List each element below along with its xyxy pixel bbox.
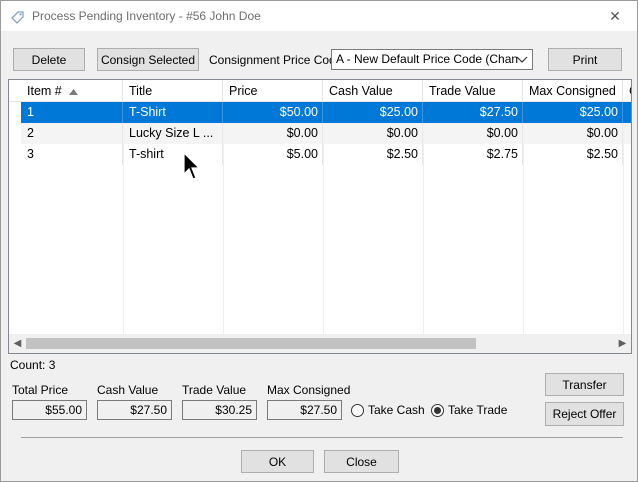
cell-cash-value: $2.50	[323, 144, 423, 165]
column-header-truncated[interactable]: C	[623, 80, 631, 102]
scroll-left-icon[interactable]: ◀	[9, 334, 26, 353]
radio-checked-icon	[431, 403, 444, 417]
close-icon[interactable]: ✕	[605, 7, 625, 27]
horizontal-scrollbar[interactable]: ◀ ▶	[9, 334, 631, 353]
cell-trade-value: $27.50	[423, 102, 523, 123]
total-price-label: Total Price	[12, 383, 69, 397]
item-count: Count: 3	[10, 358, 56, 372]
max-consigned-label: Max Consigned	[267, 383, 351, 397]
chevron-down-icon	[516, 56, 528, 63]
cell-title: T-shirt	[123, 144, 223, 165]
delete-button[interactable]: Delete	[13, 48, 85, 71]
trade-value-field: $30.25	[182, 400, 257, 420]
cell-item: 1	[21, 102, 123, 123]
cash-value-label: Cash Value	[97, 383, 159, 397]
column-header-trade-value[interactable]: Trade Value	[423, 80, 523, 102]
cash-value-field: $27.50	[97, 400, 172, 420]
cell-max-consigned: $25.00	[523, 102, 623, 123]
column-header-title[interactable]: Title	[123, 80, 223, 102]
sort-ascending-icon	[69, 88, 79, 95]
tag-icon	[11, 11, 24, 24]
print-button[interactable]: Print	[548, 48, 622, 71]
column-header-item[interactable]: Item #	[21, 80, 123, 102]
cell-item: 3	[21, 144, 123, 165]
close-button[interactable]: Close	[324, 450, 399, 473]
cell-price: $50.00	[223, 102, 323, 123]
footer-divider	[21, 437, 623, 438]
cell-max-consigned: $0.00	[523, 123, 623, 144]
column-header-item-label: Item #	[27, 84, 62, 98]
cell-title: T-Shirt	[123, 102, 223, 123]
column-header-cash-value[interactable]: Cash Value	[323, 80, 423, 102]
price-code-value: A - New Default Price Code (Changed	[336, 52, 518, 66]
cell-item: 2	[21, 123, 123, 144]
mouse-pointer-icon	[183, 152, 201, 180]
price-code-label: Consignment Price Code	[209, 53, 343, 67]
scroll-right-icon[interactable]: ▶	[614, 334, 631, 353]
consign-selected-button[interactable]: Consign Selected	[97, 48, 199, 71]
title-bar[interactable]: Process Pending Inventory - #56 John Doe…	[1, 1, 637, 31]
table-row[interactable]: 3 T-shirt $5.00 $2.50 $2.75 $2.50	[21, 144, 631, 165]
row-gutter	[9, 102, 21, 334]
scroll-thumb[interactable]	[26, 338, 476, 349]
cell-trade-value: $0.00	[423, 123, 523, 144]
cell-price: $5.00	[223, 144, 323, 165]
grid-header: Item # Title Price Cash Value Trade Valu…	[9, 80, 631, 102]
take-cash-radio[interactable]: Take Cash	[351, 403, 425, 417]
trade-value-label: Trade Value	[182, 383, 247, 397]
take-trade-label: Take Trade	[448, 403, 508, 417]
cell-max-consigned: $2.50	[523, 144, 623, 165]
total-price-field: $55.00	[12, 400, 87, 420]
pending-items-grid[interactable]: Item # Title Price Cash Value Trade Valu…	[8, 79, 632, 354]
cell-cash-value: $0.00	[323, 123, 423, 144]
transfer-button[interactable]: Transfer	[545, 373, 624, 396]
reject-offer-button[interactable]: Reject Offer	[545, 402, 624, 426]
take-trade-radio[interactable]: Take Trade	[431, 403, 507, 417]
radio-unchecked-icon	[351, 403, 364, 417]
max-consigned-field: $27.50	[267, 400, 342, 420]
table-row[interactable]: 1 T-Shirt $50.00 $25.00 $27.50 $25.00	[21, 102, 631, 123]
process-pending-inventory-window: Process Pending Inventory - #56 John Doe…	[0, 0, 638, 482]
column-header-max-consigned[interactable]: Max Consigned	[523, 80, 623, 102]
window-title: Process Pending Inventory - #56 John Doe	[32, 9, 261, 23]
cell-cash-value: $25.00	[323, 102, 423, 123]
table-row[interactable]: 2 Lucky Size L ... $0.00 $0.00 $0.00 $0.…	[21, 123, 631, 144]
cell-title: Lucky Size L ...	[123, 123, 223, 144]
column-header-price[interactable]: Price	[223, 80, 323, 102]
cell-price: $0.00	[223, 123, 323, 144]
ok-button[interactable]: OK	[241, 450, 314, 473]
price-code-select[interactable]: A - New Default Price Code (Changed	[331, 49, 533, 70]
take-cash-label: Take Cash	[368, 403, 425, 417]
cell-trade-value: $2.75	[423, 144, 523, 165]
